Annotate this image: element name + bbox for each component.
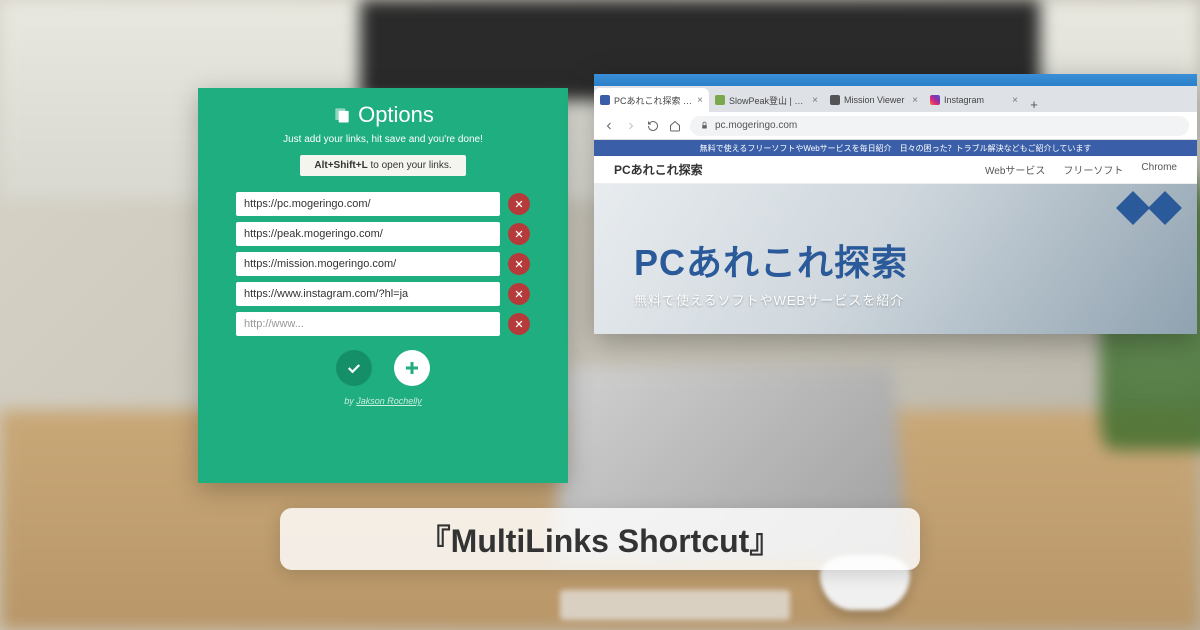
link-input[interactable] [236, 282, 500, 306]
browser-tab[interactable]: SlowPeak登山 | 週末登山を楽しむ × [709, 88, 824, 112]
link-input[interactable] [236, 312, 500, 336]
link-input[interactable] [236, 252, 500, 276]
author-link[interactable]: Jakson Rochelly [356, 396, 422, 406]
lock-icon [700, 121, 709, 130]
browser-window: PCあれこれ探索 - 無料で使えるフリ×SlowPeak登山 | 週末登山を楽し… [594, 74, 1197, 334]
keyboard-blur [560, 590, 790, 620]
hero-section: PCあれこれ探索 無料で使えるソフトやWEBサービスを紹介 [594, 184, 1197, 334]
tab-close-icon[interactable]: × [912, 95, 918, 106]
add-button[interactable] [394, 350, 430, 386]
shortcut-badge: Alt+Shift+L to open your links. [300, 155, 465, 176]
x-icon [514, 259, 524, 269]
options-panel: Options Just add your links, hit save an… [198, 88, 568, 483]
reload-icon[interactable] [646, 119, 660, 133]
link-row [236, 252, 530, 276]
tab-title: Mission Viewer [844, 95, 908, 105]
delete-link-button[interactable] [508, 313, 530, 335]
link-row [236, 282, 530, 306]
new-tab-button[interactable]: + [1024, 97, 1044, 112]
address-bar: pc.mogeringo.com [594, 112, 1197, 140]
nav-link[interactable]: Chrome [1141, 162, 1177, 177]
address-text: pc.mogeringo.com [715, 120, 797, 131]
tab-favicon [715, 95, 725, 105]
browser-tab[interactable]: PCあれこれ探索 - 無料で使えるフリ × [594, 88, 709, 112]
home-icon[interactable] [668, 119, 682, 133]
hero-title: PCあれこれ探索 [634, 234, 908, 286]
delete-link-button[interactable] [508, 223, 530, 245]
forward-icon[interactable] [624, 119, 638, 133]
save-button[interactable] [336, 350, 372, 386]
delete-link-button[interactable] [508, 193, 530, 215]
delete-link-button[interactable] [508, 253, 530, 275]
x-icon [514, 289, 524, 299]
site-banner: 無料で使えるフリーソフトやWebサービスを毎日紹介 日々の困った？トラブル解決な… [594, 140, 1197, 156]
tab-title: Instagram [944, 95, 1008, 105]
delete-link-button[interactable] [508, 283, 530, 305]
plus-icon [403, 359, 421, 377]
site-header: PCあれこれ探索 Webサービス フリーソフト Chrome [594, 156, 1197, 184]
byline: by Jakson Rochelly [222, 396, 544, 406]
tab-close-icon[interactable]: × [812, 95, 818, 106]
browser-tab[interactable]: Mission Viewer × [824, 88, 924, 112]
link-row [236, 222, 530, 246]
options-subtitle: Just add your links, hit save and you're… [222, 134, 544, 145]
tab-title: SlowPeak登山 | 週末登山を楽しむ [729, 94, 808, 107]
back-icon[interactable] [602, 119, 616, 133]
hero-decor [1121, 196, 1177, 220]
nav-link[interactable]: Webサービス [985, 162, 1045, 177]
copy-icon [332, 105, 352, 125]
link-row [236, 312, 530, 336]
options-title: Options [222, 102, 544, 128]
link-row [236, 192, 530, 216]
title-banner: 『MultiLinks Shortcut』 [280, 508, 920, 570]
x-icon [514, 319, 524, 329]
site-title[interactable]: PCあれこれ探索 [614, 161, 703, 178]
hero-subtitle: 無料で使えるソフトやWEBサービスを紹介 [634, 290, 908, 309]
check-icon [345, 359, 363, 377]
x-icon [514, 199, 524, 209]
tab-title: PCあれこれ探索 - 無料で使えるフリ [614, 94, 693, 107]
tab-close-icon[interactable]: × [697, 95, 703, 106]
tabstrip: PCあれこれ探索 - 無料で使えるフリ×SlowPeak登山 | 週末登山を楽し… [594, 86, 1197, 112]
tab-favicon [930, 95, 940, 105]
window-titlebar [594, 74, 1197, 86]
nav-link[interactable]: フリーソフト [1063, 162, 1123, 177]
x-icon [514, 229, 524, 239]
tab-favicon [830, 95, 840, 105]
tab-favicon [600, 95, 610, 105]
browser-tab[interactable]: Instagram × [924, 88, 1024, 112]
tab-close-icon[interactable]: × [1012, 95, 1018, 106]
link-input[interactable] [236, 192, 500, 216]
address-field[interactable]: pc.mogeringo.com [690, 116, 1189, 136]
link-input[interactable] [236, 222, 500, 246]
